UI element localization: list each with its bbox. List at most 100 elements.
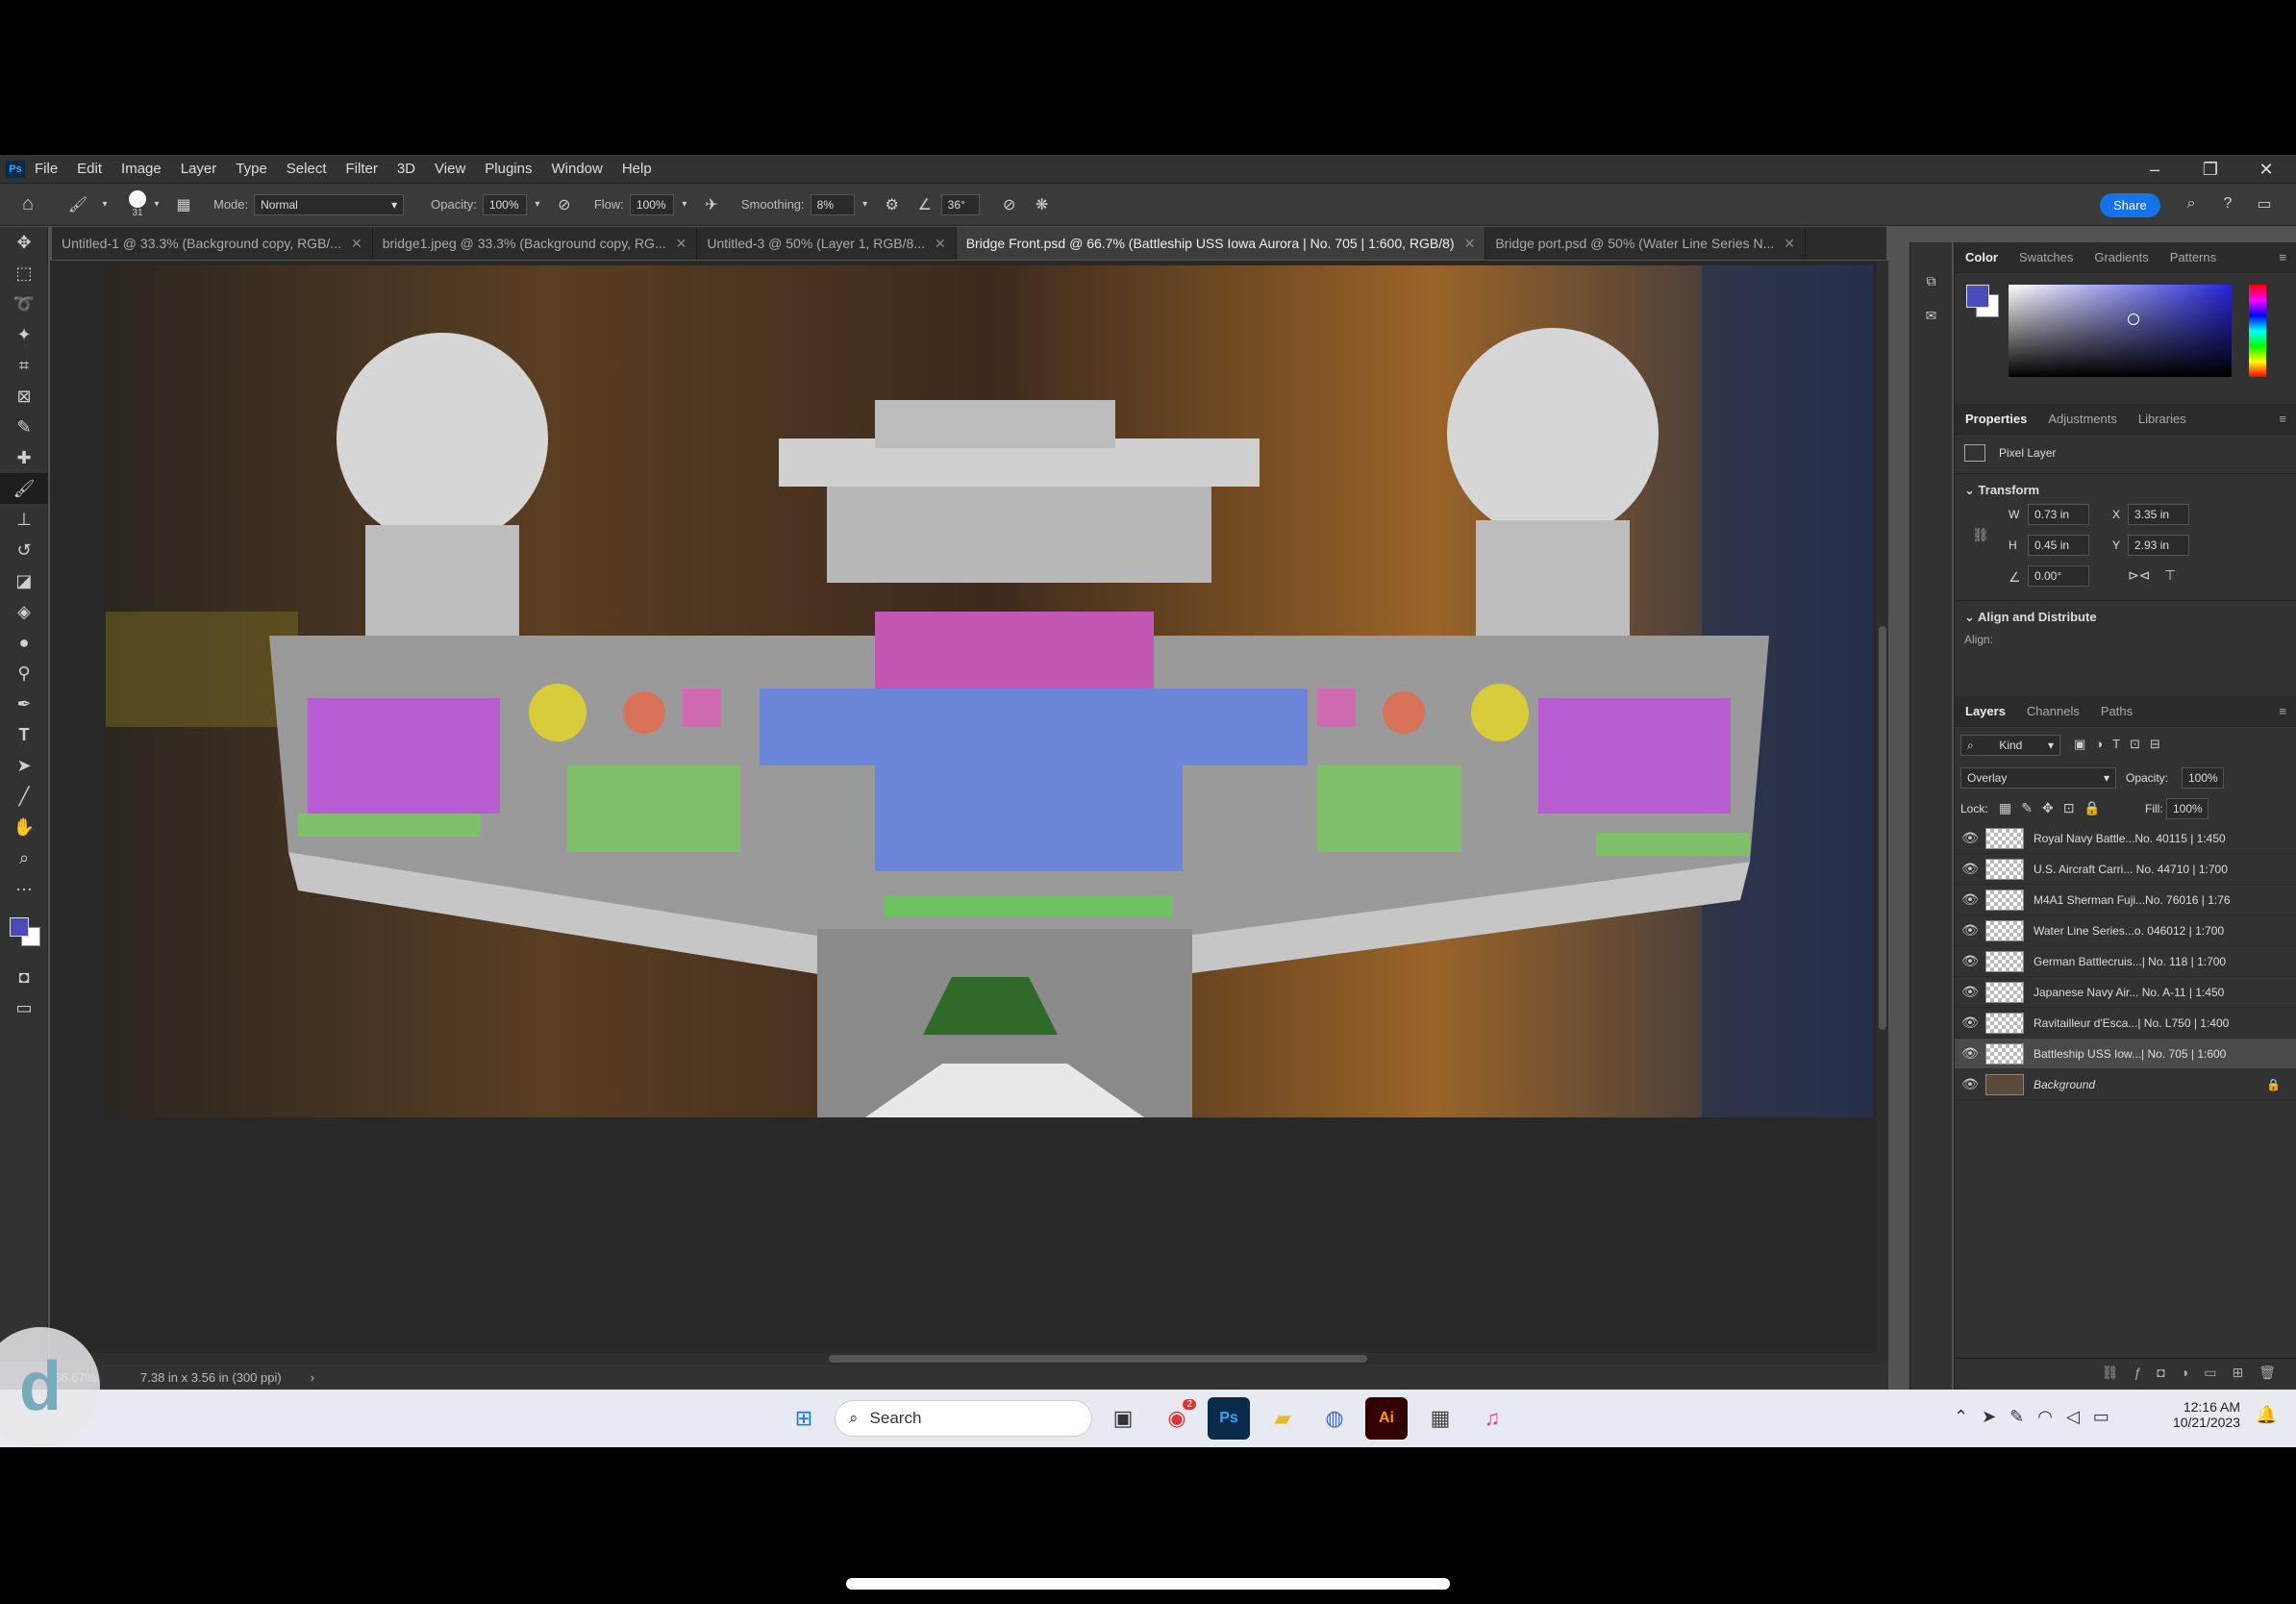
angle-input[interactable]: 36° [940,193,980,215]
calculator-icon[interactable]: ▦ [1419,1397,1461,1440]
pressure-opacity-icon[interactable]: ⊘ [554,194,575,215]
vertical-scrollbar[interactable] [1877,261,1888,1365]
width-input[interactable]: 0.73 in [2028,504,2089,525]
windows-start-icon[interactable]: ⊞ [783,1397,825,1440]
vertical-scroll-thumb[interactable] [1879,626,1886,1030]
tab-channels[interactable]: Channels [2016,696,2090,727]
flip-horizontal-icon[interactable]: ⊳⊲ [2128,567,2150,584]
eye-icon[interactable]: 👁 [1955,1015,1985,1031]
layers-footer-icons[interactable]: ⛓ƒ◘◑▭⊞🗑 [1955,1358,2296,1387]
layer-ravitailleur[interactable]: 👁 Ravitailleur d'Esca...| No. L750 | 1:40… [1955,1008,2296,1039]
foreground-color-swatch[interactable] [1966,285,1989,308]
symmetry-icon[interactable]: ❋ [1032,194,1053,215]
layer-opacity-input[interactable]: 100% [2182,767,2224,789]
layer-german-battlecruiser[interactable]: 👁 German Battlecruis...| No. 118 | 1:700 [1955,946,2296,977]
illustrator-icon[interactable]: Ai [1365,1397,1408,1440]
zoom-tool-icon[interactable]: ⌕ [0,842,48,873]
tab-properties[interactable]: Properties [1955,404,2037,435]
hue-slider[interactable] [2249,285,2266,377]
lock-icon[interactable]: 🔒 [2266,1078,2281,1091]
blur-tool-icon[interactable]: ● [0,627,48,658]
history-panel-icon[interactable]: ⧉ [1910,263,1952,298]
chevron-down-icon[interactable]: ▾ [855,194,876,215]
layer-m4a1-sherman[interactable]: 👁 M4A1 Sherman Fuji...No. 76016 | 1:76 [1955,885,2296,915]
tab-color[interactable]: Color [1955,242,2009,273]
menu-image[interactable]: Image [121,161,162,177]
crop-tool-icon[interactable]: ⌗ [0,350,48,381]
move-tool-icon[interactable]: ✥ [0,227,48,258]
blend-mode-select[interactable]: Overlay ▾ [1960,767,2116,789]
quick-mask-icon[interactable]: ◘ [0,962,48,992]
horizontal-scroll-thumb[interactable] [829,1355,1367,1363]
system-tray-icons[interactable]: ⌃➤✎◠◁▭ [1954,1407,2123,1427]
tab-adjustments[interactable]: Adjustments [2037,404,2128,435]
eye-icon[interactable]: 👁 [1955,1045,1985,1062]
canvas-area[interactable] [50,261,1888,1365]
layer-filter-select[interactable]: ⌕ Kind ▾ [1960,735,2060,756]
music-icon[interactable]: ♫ [1471,1397,1513,1440]
notification-bell-icon[interactable]: 🔔 [2256,1405,2277,1425]
marquee-tool-icon[interactable]: ⬚ [0,258,48,288]
type-tool-icon[interactable]: T [0,719,48,750]
smoothing-input[interactable]: 8% [810,193,855,215]
frame-tool-icon[interactable]: ⊠ [0,381,48,412]
eye-icon[interactable]: 👁 [1955,861,1985,877]
fill-input[interactable]: 100% [2166,798,2209,819]
foreground-color-swatch[interactable] [10,917,29,937]
eyedropper-icon[interactable]: ✎ [0,412,48,442]
close-tab-icon[interactable]: ✕ [1784,236,1795,252]
tab-bridge-front[interactable]: Bridge Front.psd @ 66.7% (Battleship USS… [956,227,1486,260]
taskbar-search[interactable]: ⌕ Search [835,1400,1092,1437]
rotation-input[interactable]: 0.00° [2028,565,2089,587]
tab-untitled-1[interactable]: Untitled-1 @ 33.3% (Background copy, RGB… [52,227,373,260]
document-canvas[interactable] [106,265,1873,1117]
brush-preset-picker[interactable]: 31 [129,190,146,218]
file-explorer-icon[interactable]: ▰ [1261,1397,1304,1440]
tab-gradients[interactable]: Gradients [2084,242,2159,273]
close-icon[interactable]: ✕ [2242,155,2290,184]
eye-icon[interactable]: 👁 [1955,984,1985,1000]
hand-tool-icon[interactable]: ✋ [0,812,48,842]
screen-mode-icon[interactable]: ▭ [0,992,48,1023]
menu-file[interactable]: File [35,161,58,177]
chrome-icon[interactable]: ◉ 2 [1156,1397,1198,1440]
path-select-icon[interactable]: ➤ [0,750,48,781]
eye-icon[interactable]: 👁 [1955,830,1985,846]
task-view-icon[interactable]: ▣ [1102,1397,1144,1440]
panel-menu-icon[interactable]: ≡ [2279,250,2286,264]
dodge-tool-icon[interactable]: ⚲ [0,658,48,689]
menu-select[interactable]: Select [287,161,327,177]
eye-icon[interactable]: 👁 [1955,891,1985,908]
layer-background[interactable]: 👁 Background 🔒 [1955,1069,2296,1100]
link-icon[interactable]: ⛓ [1972,527,1989,543]
layer-royal-navy[interactable]: 👁 Royal Navy Battle...No. 40115 | 1:450 [1955,823,2296,854]
panel-menu-icon[interactable]: ≡ [2279,412,2286,426]
brush-tool-icon[interactable]: 🖌 [0,473,48,504]
pressure-size-icon[interactable]: ⊘ [999,194,1020,215]
menu-3d[interactable]: 3D [397,161,415,177]
brush-settings-icon[interactable]: ▦ [173,194,194,215]
x-input[interactable]: 3.35 in [2128,504,2189,525]
tab-libraries[interactable]: Libraries [2128,404,2197,435]
eye-icon[interactable]: 👁 [1955,1076,1985,1092]
flow-input[interactable]: 100% [629,193,674,215]
tab-untitled-3[interactable]: Untitled-3 @ 50% (Layer 1, RGB/8... ✕ [697,227,957,260]
workspace-icon[interactable]: ▭ [2254,193,2275,214]
layer-us-aircraft-carrier[interactable]: 👁 U.S. Aircraft Carri... No. 44710 | 1:70… [1955,854,2296,885]
search-icon[interactable]: ⌕ [2181,193,2202,214]
color-picker-marker[interactable] [2128,313,2139,325]
transform-section[interactable]: ⌄ Transform [1964,483,2039,498]
chevron-down-icon[interactable]: ▾ [674,194,695,215]
mode-select[interactable]: Normal ▾ [254,193,405,215]
height-input[interactable]: 0.45 in [2028,535,2089,556]
browser-icon[interactable]: ◍ [1313,1397,1356,1440]
eye-icon[interactable]: 👁 [1955,953,1985,969]
paint-bucket-icon[interactable]: ◈ [0,596,48,627]
tab-layers[interactable]: Layers [1955,696,2016,727]
restore-icon[interactable]: ❐ [2186,155,2234,184]
minimize-icon[interactable]: – [2131,155,2179,184]
panel-menu-icon[interactable]: ≡ [2279,704,2286,718]
menu-help[interactable]: Help [622,161,652,177]
airbrush-icon[interactable]: ✈ [701,194,722,215]
menu-view[interactable]: View [435,161,465,177]
